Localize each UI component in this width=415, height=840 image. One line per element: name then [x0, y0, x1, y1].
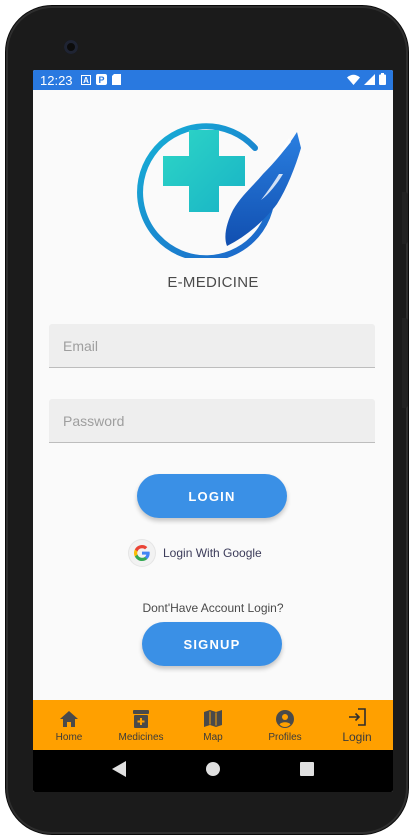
google-login-button[interactable]: Login With Google: [129, 540, 262, 566]
wifi-icon: [347, 73, 360, 88]
app-title: E-MEDICINE: [167, 274, 259, 291]
nav-item-login[interactable]: Login: [321, 700, 393, 750]
nav-item-profiles[interactable]: Profiles: [249, 700, 321, 750]
map-icon: [204, 708, 222, 730]
front-camera: [64, 40, 78, 54]
nav-label-profiles: Profiles: [268, 731, 302, 743]
volume-button: [402, 318, 408, 408]
nav-label-medicines: Medicines: [118, 731, 164, 743]
phone-frame: 12:23 A P E-MEDICINE Email LOGIN Login W…: [6, 6, 408, 834]
account-circle-icon: [276, 708, 294, 730]
nav-item-medicines[interactable]: Medicines: [105, 700, 177, 750]
login-button[interactable]: LOGIN: [137, 474, 287, 518]
login-icon: [348, 706, 366, 728]
a-icon: A: [80, 73, 91, 88]
status-time: 12:23: [40, 72, 73, 88]
google-icon: [129, 540, 155, 566]
home-circle-icon[interactable]: [205, 761, 221, 782]
nav-label-home: Home: [55, 731, 83, 743]
recents-icon[interactable]: [299, 761, 314, 781]
p-icon: P: [95, 73, 107, 88]
app-screen: 12:23 A P E-MEDICINE Email LOGIN Login W…: [33, 70, 393, 792]
password-field[interactable]: [49, 399, 375, 443]
home-icon: [60, 708, 78, 730]
medicine-box-icon: [133, 708, 149, 730]
status-bar: 12:23 A P: [33, 70, 393, 90]
google-login-label: Login With Google: [163, 546, 262, 560]
nav-label-login: Login: [342, 730, 372, 744]
nav-item-map[interactable]: Map: [177, 700, 249, 750]
no-account-text: Dont'Have Account Login?: [142, 601, 284, 615]
signal-icon: [364, 73, 375, 88]
nav-label-map: Map: [203, 731, 223, 743]
bottom-navigation: Home Medicines Map Profiles Login: [33, 700, 393, 750]
email-field[interactable]: [49, 324, 375, 368]
signup-button[interactable]: SIGNUP: [142, 622, 282, 666]
power-button: [402, 192, 408, 244]
sd-card-icon: [111, 73, 121, 88]
svg-text:A: A: [83, 76, 89, 85]
nav-item-home[interactable]: Home: [33, 700, 105, 750]
back-icon[interactable]: [112, 760, 127, 782]
battery-icon: [379, 72, 386, 88]
svg-text:P: P: [98, 75, 104, 85]
system-navigation-bar: [33, 750, 393, 792]
medical-cross-hand-logo: [137, 108, 305, 262]
